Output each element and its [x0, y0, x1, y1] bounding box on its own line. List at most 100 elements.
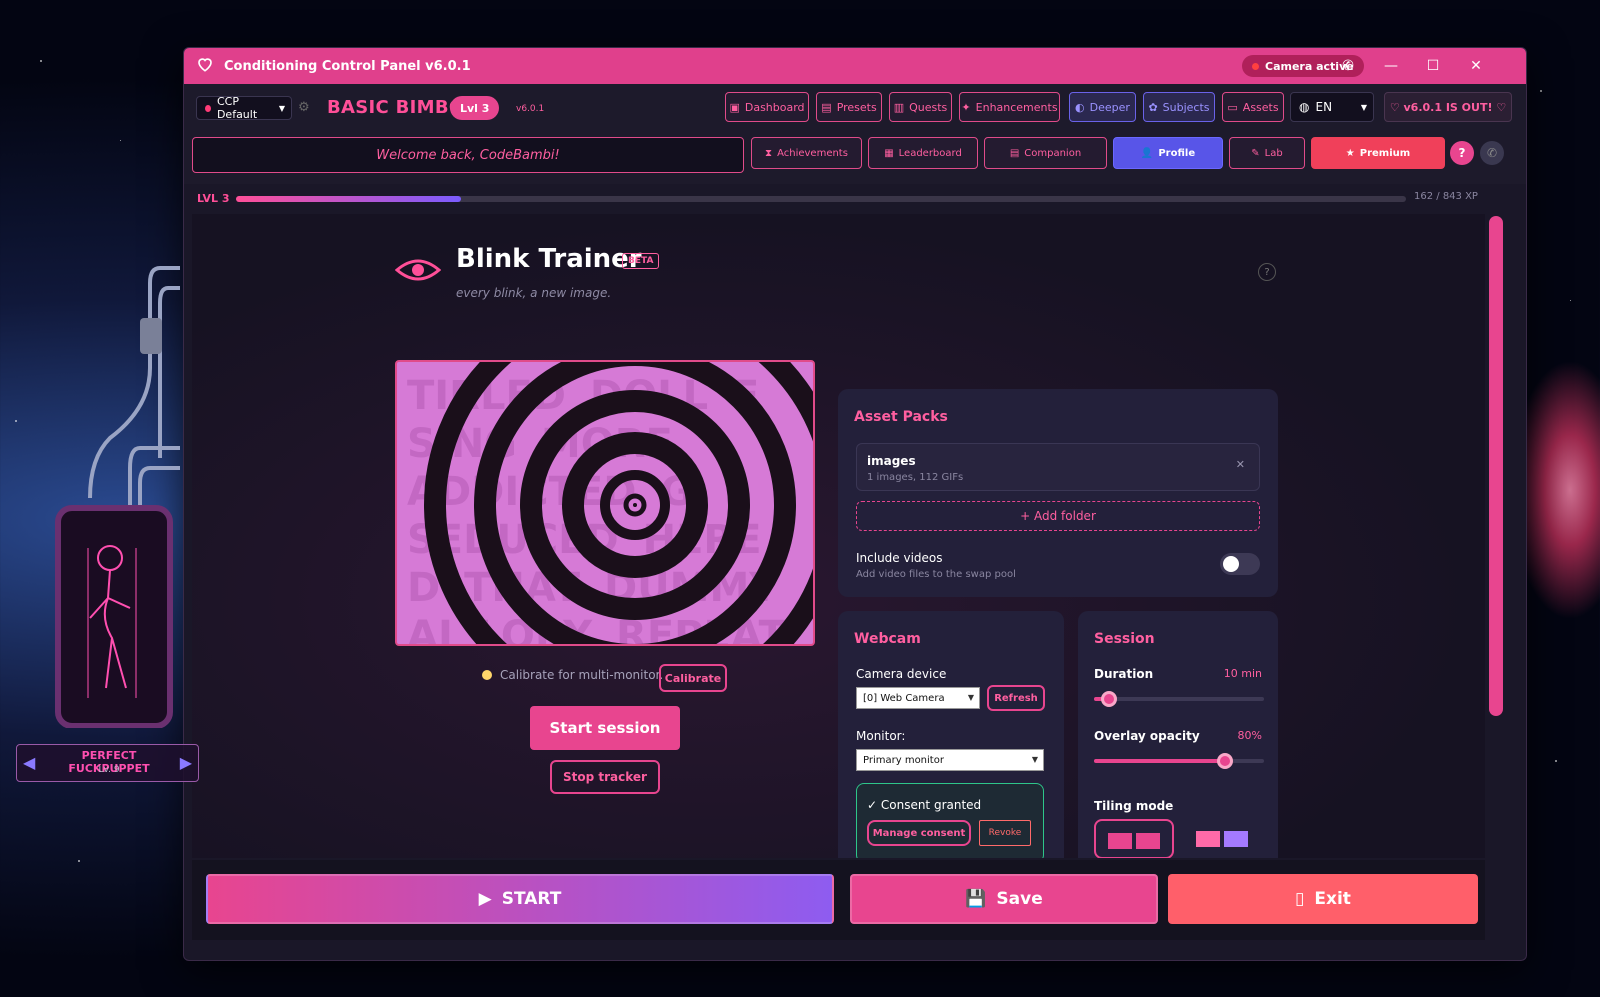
xp-level-label: LVL 3 [197, 192, 230, 205]
monitor-select[interactable]: Primary monitor ▼ [856, 749, 1044, 771]
include-videos-toggle[interactable] [1220, 553, 1260, 575]
minimize-button[interactable]: — [1379, 54, 1403, 78]
asset-pack-item[interactable]: images 1 images, 112 GIFs ✕ [856, 443, 1260, 491]
companion-card: ◀ PERFECT FUCKPUPPET Lv. 9 ▶ [16, 744, 199, 782]
xp-bar: LVL 3 162 / 843 XP [184, 184, 1526, 214]
heart-logo-icon [196, 55, 214, 77]
remove-pack-icon[interactable]: ✕ [1236, 458, 1245, 471]
nav-subjects[interactable]: ✿ Subjects [1143, 92, 1215, 122]
asset-pack-name: images [867, 454, 916, 468]
tile-icon [1108, 833, 1132, 849]
brand-title: BASIC BIMBO [327, 97, 465, 118]
sub-nav-bar: Welcome back, CodeBambi! ⧗ Achievements ▦… [184, 134, 1526, 184]
tab-label: Leaderboard [898, 147, 962, 159]
tab-achievements[interactable]: ⧗ Achievements [751, 137, 862, 169]
save-button[interactable]: 💾 Save [850, 874, 1158, 924]
chevron-down-icon: ▼ [1031, 755, 1038, 764]
blink-trainer-panel: Blink Trainer BETA every blink, a new im… [192, 214, 1485, 858]
start-button[interactable]: ▶ START [206, 874, 834, 924]
phone-icon[interactable]: ✆ [1480, 141, 1504, 165]
save-icon: 💾 [965, 889, 987, 909]
quests-icon: ▥ [893, 100, 905, 114]
nav-deeper[interactable]: ◐ Deeper [1069, 92, 1136, 122]
nav-label: Assets [1242, 100, 1279, 114]
maximize-button[interactable]: ☐ [1421, 54, 1445, 78]
title-bar[interactable]: Conditioning Control Panel v6.0.1 Camera… [184, 48, 1526, 84]
chevron-down-icon: ▼ [967, 693, 974, 702]
overlay-opacity-value: 80% [1237, 729, 1262, 742]
language-select[interactable]: ◍ EN ▼ [1290, 92, 1374, 122]
tiling-option-alt[interactable] [1188, 819, 1268, 858]
nav-presets[interactable]: ▤ Presets [816, 92, 882, 122]
record-dot-icon [1252, 62, 1259, 70]
version-label: v6.0.1 [516, 104, 545, 114]
nav-quests[interactable]: ▥ Quests [889, 92, 952, 122]
tab-profile[interactable]: 👤 Profile [1113, 137, 1223, 169]
save-label: Save [996, 889, 1043, 909]
consent-status: ✓ Consent granted [867, 798, 982, 812]
spiral-graphic [424, 362, 813, 644]
tab-lab[interactable]: ✎ Lab [1229, 137, 1305, 169]
manage-consent-button[interactable]: Manage consent [867, 820, 971, 846]
phone-icon[interactable]: ✆ [1336, 54, 1360, 78]
globe-icon: ◍ [1299, 100, 1310, 114]
add-folder-button[interactable]: + Add folder [856, 501, 1260, 531]
update-notice-button[interactable]: ♡ v6.0.1 IS OUT! ♡ [1384, 92, 1512, 122]
nav-label: Dashboard [744, 100, 805, 114]
heart-icon: ♡ [1389, 100, 1404, 114]
duration-slider[interactable] [1094, 691, 1264, 707]
warning-dot-icon [482, 670, 492, 680]
tab-leaderboard[interactable]: ▦ Leaderboard [868, 137, 978, 169]
preset-select[interactable]: CCP Default ▼ [196, 95, 292, 121]
tab-premium[interactable]: ★ Premium [1311, 137, 1445, 169]
stop-tracker-button[interactable]: Stop tracker [550, 760, 660, 794]
exit-button[interactable]: ▯ Exit [1168, 874, 1478, 924]
monitor-label: Monitor: [856, 729, 906, 743]
tiling-option-double[interactable] [1094, 819, 1174, 858]
preset-label: CCP Default [216, 95, 258, 121]
exit-label: Exit [1314, 889, 1351, 909]
header-bar: CCP Default ▼ ⚙ BASIC BIMBO Lvl 3 v6.0.1… [184, 84, 1526, 134]
action-bar: ▶ START 💾 Save ▯ Exit [192, 860, 1485, 940]
close-button[interactable]: ✕ [1464, 54, 1488, 78]
tab-label: Premium [1359, 147, 1411, 159]
exit-door-icon: ▯ [1295, 889, 1305, 909]
arrow-left-icon[interactable]: ◀ [23, 753, 35, 772]
tile-icon [1224, 831, 1248, 847]
update-notice-text: v6.0.1 IS OUT! [1403, 100, 1493, 114]
tab-label: Lab [1264, 147, 1283, 159]
calibrate-button[interactable]: Calibrate [659, 664, 727, 692]
level-badge: Lvl 3 [450, 96, 500, 120]
star-icon: ★ [1345, 147, 1355, 159]
camera-device-select[interactable]: [0] Web Camera ▼ [856, 687, 980, 709]
calibrate-hint-text: Calibrate for multi-monitor. [500, 668, 664, 682]
arrow-right-icon[interactable]: ▶ [180, 753, 192, 772]
include-videos-label: Include videos [856, 551, 943, 565]
beta-badge: BETA [622, 253, 660, 269]
nav-dashboard[interactable]: ▣ Dashboard [725, 92, 809, 122]
tab-companion[interactable]: ▤ Companion [984, 137, 1107, 169]
chevron-down-icon: ▼ [1360, 102, 1367, 112]
pencil-icon: ✎ [1251, 147, 1260, 159]
nav-label: Enhancements [975, 100, 1058, 114]
nav-enhancements[interactable]: ✦ Enhancements [959, 92, 1060, 122]
nav-label: Subjects [1162, 100, 1210, 114]
start-session-button[interactable]: Start session [530, 706, 680, 750]
asset-pack-detail: 1 images, 112 GIFs [867, 472, 964, 483]
preset-dot-icon [205, 104, 211, 112]
scrollbar[interactable] [1489, 216, 1503, 716]
heart-icon: ♡ [1492, 100, 1507, 114]
help-icon[interactable]: ? [1258, 263, 1276, 281]
include-videos-desc: Add video files to the swap pool [856, 569, 1016, 580]
duration-slider-thumb[interactable] [1101, 691, 1118, 707]
consent-box: ✓ Consent granted Manage consent Revoke [856, 783, 1044, 858]
overlay-opacity-slider-thumb[interactable] [1216, 753, 1233, 769]
revoke-button[interactable]: Revoke [979, 820, 1031, 846]
nav-assets[interactable]: ▭ Assets [1222, 92, 1284, 122]
overlay-opacity-slider-fill [1094, 759, 1225, 763]
refresh-button[interactable]: Refresh [987, 685, 1045, 711]
overlay-opacity-slider[interactable] [1094, 753, 1264, 769]
help-button[interactable]: ? [1450, 141, 1474, 165]
gear-icon[interactable]: ⚙ [298, 100, 310, 115]
app-window: Conditioning Control Panel v6.0.1 Camera… [183, 47, 1527, 961]
